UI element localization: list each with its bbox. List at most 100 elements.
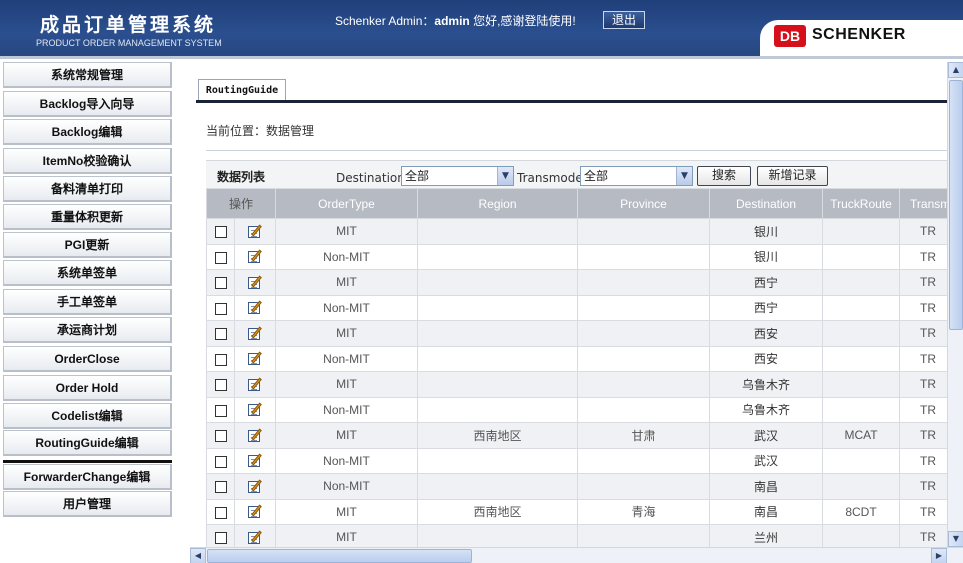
row-checkbox[interactable] (214, 226, 227, 239)
cell-province (577, 269, 711, 296)
sidebar-item-forwarderchange-edit[interactable]: ForwarderChange编辑 (3, 464, 172, 490)
edit-icon[interactable] (247, 428, 263, 443)
cell-transmode: TR (899, 320, 947, 347)
edit-icon[interactable] (247, 300, 263, 315)
row-checkbox[interactable] (214, 302, 227, 315)
scroll-right-icon[interactable]: ▶ (931, 548, 947, 563)
row-checkbox[interactable] (214, 455, 227, 468)
add-record-button[interactable]: 新增记录 (757, 166, 828, 186)
cell-destination: 西宁 (709, 269, 824, 296)
column-header-transmode[interactable]: Transmode (899, 188, 947, 219)
table-row: MIT 西宁 TR (206, 269, 947, 296)
sidebar-item-weight-update[interactable]: 重量体积更新 (3, 204, 172, 230)
logout-button[interactable]: 退出 (603, 11, 645, 29)
sidebar-item-manual-sign[interactable]: 手工单签单 (3, 289, 172, 315)
cell-province (577, 243, 711, 270)
cell-ordertype: MIT (275, 498, 419, 525)
cell-transmode: TR (899, 345, 947, 372)
edit-icon[interactable] (247, 377, 263, 392)
vertical-scrollbar[interactable]: ▲ ▼ (947, 62, 963, 547)
edit-icon[interactable] (247, 326, 263, 341)
cell-ordertype: Non-MIT (275, 473, 419, 500)
scroll-down-icon[interactable]: ▼ (948, 531, 963, 547)
cell-province: 甘肃 (577, 422, 711, 449)
cell-province (577, 218, 711, 245)
edit-icon[interactable] (247, 504, 263, 519)
sidebar-item-order-hold[interactable]: Order Hold (3, 375, 172, 401)
app-header: 成品订单管理系统 PRODUCT ORDER MANAGEMENT SYSTEM… (0, 0, 963, 56)
cell-destination: 西安 (709, 345, 824, 372)
edit-icon[interactable] (247, 224, 263, 239)
cell-region (417, 447, 579, 474)
app-subtitle: PRODUCT ORDER MANAGEMENT SYSTEM (36, 38, 222, 48)
column-header-province[interactable]: Province (577, 188, 711, 219)
search-button[interactable]: 搜索 (697, 166, 751, 186)
chevron-down-icon[interactable]: ▼ (676, 167, 692, 185)
row-checkbox[interactable] (214, 277, 227, 290)
cell-destination: 兰州 (709, 524, 824, 548)
row-checkbox[interactable] (214, 481, 227, 494)
cell-province (577, 447, 711, 474)
column-header-destination[interactable]: Destination (709, 188, 824, 219)
sidebar-item-pgi-update[interactable]: PGI更新 (3, 232, 172, 258)
row-checkbox[interactable] (214, 404, 227, 417)
sidebar-item-system-config[interactable]: 系统常规管理 (3, 62, 172, 88)
row-select-cell (206, 498, 235, 525)
edit-icon[interactable] (247, 351, 263, 366)
sidebar-item-orderclose[interactable]: OrderClose (3, 346, 172, 372)
schenker-logo: DB SCHENKER (760, 20, 963, 56)
sidebar-item-user-management[interactable]: 用户管理 (3, 491, 172, 517)
column-header-ordertype[interactable]: OrderType (275, 188, 419, 219)
cell-region (417, 294, 579, 321)
row-checkbox[interactable] (214, 379, 227, 392)
horizontal-scrollbar[interactable]: ◀ ▶ (190, 547, 963, 563)
chevron-down-icon[interactable]: ▼ (497, 167, 513, 185)
cell-destination: 银川 (709, 243, 824, 270)
column-header-actions: 操作 (206, 188, 277, 219)
data-list-label: 数据列表 (217, 170, 266, 184)
sidebar-item-routingguide-edit[interactable]: RoutingGuide编辑 (3, 430, 172, 456)
cell-ordertype: Non-MIT (275, 243, 419, 270)
sidebar-item-itemno-verify[interactable]: ItemNo校验确认 (3, 148, 172, 174)
sidebar-item-system-sign[interactable]: 系统单签单 (3, 260, 172, 286)
edit-icon[interactable] (247, 453, 263, 468)
transmode-select[interactable]: 全部 ▼ (580, 166, 693, 186)
edit-icon[interactable] (247, 479, 263, 494)
edit-icon[interactable] (247, 249, 263, 264)
sidebar-item-material-print[interactable]: 备料清单打印 (3, 176, 172, 202)
row-edit-cell (233, 524, 277, 548)
cell-truckroute (822, 371, 901, 398)
sidebar-item-backlog-import[interactable]: Backlog导入向导 (3, 91, 172, 117)
sidebar-item-carrier-plan[interactable]: 承运商计划 (3, 317, 172, 343)
cell-region (417, 524, 579, 548)
row-checkbox[interactable] (214, 506, 227, 519)
row-checkbox[interactable] (214, 353, 227, 366)
edit-icon[interactable] (247, 530, 263, 545)
scroll-up-icon[interactable]: ▲ (948, 62, 963, 78)
row-checkbox[interactable] (214, 430, 227, 443)
tab-routingguide[interactable]: RoutingGuide (198, 79, 286, 101)
row-checkbox[interactable] (214, 532, 227, 545)
destination-select[interactable]: 全部 ▼ (401, 166, 514, 186)
filter-toolbar: 数据列表 Destination: 全部 ▼ Transmode 全部 ▼ 搜索… (206, 160, 947, 188)
transmode-label: Transmode (517, 171, 583, 185)
row-checkbox[interactable] (214, 251, 227, 264)
row-checkbox[interactable] (214, 328, 227, 341)
cell-province (577, 371, 711, 398)
cell-truckroute (822, 447, 901, 474)
cell-truckroute: 8CDT (822, 498, 901, 525)
cell-transmode: TR (899, 243, 947, 270)
vertical-scroll-thumb[interactable] (949, 80, 963, 330)
cell-transmode: TR (899, 294, 947, 321)
column-header-truckroute[interactable]: TruckRoute (822, 188, 901, 219)
sidebar-item-backlog-edit[interactable]: Backlog编辑 (3, 119, 172, 145)
horizontal-scroll-thumb[interactable] (207, 549, 472, 563)
sidebar-item-codelist-edit[interactable]: Codelist编辑 (3, 403, 172, 429)
edit-icon[interactable] (247, 402, 263, 417)
column-header-region[interactable]: Region (417, 188, 579, 219)
row-select-cell (206, 447, 235, 474)
edit-icon[interactable] (247, 275, 263, 290)
scroll-left-icon[interactable]: ◀ (190, 548, 206, 563)
row-select-cell (206, 243, 235, 270)
cell-ordertype: MIT (275, 422, 419, 449)
